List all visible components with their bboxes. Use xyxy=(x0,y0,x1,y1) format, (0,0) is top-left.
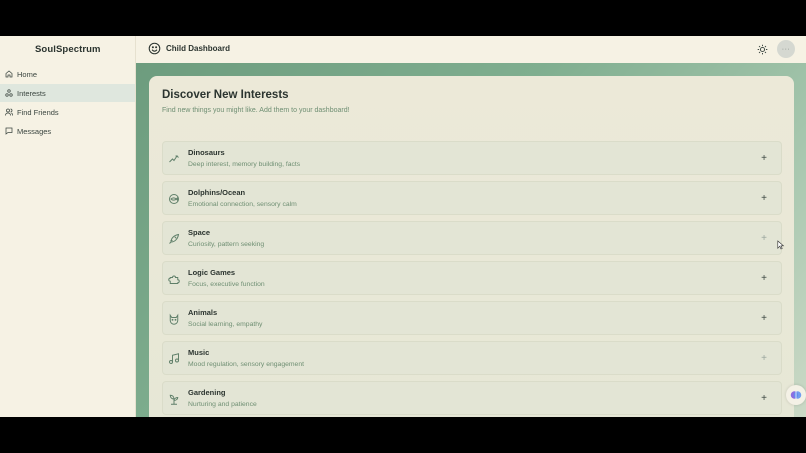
interest-description: Focus, executive function xyxy=(188,281,265,288)
interest-card-space[interactable]: Space Curiosity, pattern seeking + xyxy=(162,221,782,255)
add-button[interactable]: + xyxy=(758,272,770,284)
interest-description: Social learning, empathy xyxy=(188,321,263,328)
brain-icon xyxy=(790,391,802,399)
avatar[interactable]: ··· xyxy=(777,40,795,58)
interest-title: Animals xyxy=(188,308,218,317)
top-header: Child Dashboard ··· xyxy=(136,36,806,63)
sidebar-item-label: Messages xyxy=(17,126,52,136)
interest-description: Deep interest, memory building, facts xyxy=(188,161,301,168)
sidebar-item-interests[interactable]: Interests xyxy=(0,84,135,102)
interest-title: Logic Games xyxy=(188,268,236,277)
sun-icon[interactable] xyxy=(757,44,768,55)
cat-icon xyxy=(169,313,179,325)
sidebar-item-messages[interactable]: Messages xyxy=(0,122,135,140)
interest-title: Dinosaurs xyxy=(188,148,225,157)
interests-panel: Discover New Interests Find new things y… xyxy=(149,76,794,417)
panel-title: Discover New Interests xyxy=(162,89,289,101)
add-button[interactable]: + xyxy=(758,232,770,244)
interest-title: Gardening xyxy=(188,388,226,397)
interest-title: Music xyxy=(188,348,210,357)
sidebar-item-label: Home xyxy=(17,69,38,79)
dinosaur-icon xyxy=(169,155,179,163)
panel-subtitle: Find new things you might like. Add them… xyxy=(162,107,350,114)
sidebar: SoulSpectrum Home Interests Find Friends… xyxy=(0,36,136,417)
page-title: Child Dashboard xyxy=(166,44,231,53)
sidebar-item-home[interactable]: Home xyxy=(0,65,135,83)
mouse-cursor-icon xyxy=(777,240,785,250)
interest-title: Space xyxy=(188,228,211,237)
sidebar-item-label: Find Friends xyxy=(17,107,59,117)
interest-card-music[interactable]: Music Mood regulation, sensory engagemen… xyxy=(162,341,782,375)
home-icon xyxy=(5,70,13,78)
app-window: SoulSpectrum Home Interests Find Friends… xyxy=(0,36,806,417)
interest-card-dolphins[interactable]: Dolphins/Ocean Emotional connection, sen… xyxy=(162,181,782,215)
sidebar-item-label: Interests xyxy=(17,88,46,98)
main-content: Discover New Interests Find new things y… xyxy=(136,63,806,417)
smile-icon xyxy=(148,42,161,55)
interest-description: Nurturing and patience xyxy=(188,401,257,408)
add-button[interactable]: + xyxy=(758,192,770,204)
add-button[interactable]: + xyxy=(758,152,770,164)
fish-icon xyxy=(169,194,179,204)
interest-card-dinosaurs[interactable]: Dinosaurs Deep interest, memory building… xyxy=(162,141,782,175)
add-button[interactable]: + xyxy=(758,312,770,324)
message-icon xyxy=(5,127,13,135)
music-icon xyxy=(169,353,179,364)
add-button[interactable]: + xyxy=(758,392,770,404)
interest-description: Mood regulation, sensory engagement xyxy=(188,361,304,368)
sidebar-item-find-friends[interactable]: Find Friends xyxy=(0,103,135,121)
header-title-group: Child Dashboard xyxy=(148,42,230,55)
puzzle-icon xyxy=(168,275,180,284)
rocket-icon xyxy=(169,233,180,244)
interests-icon xyxy=(5,89,13,97)
users-icon xyxy=(5,108,13,116)
interest-card-animals[interactable]: Animals Social learning, empathy + xyxy=(162,301,782,335)
interest-card-gardening[interactable]: Gardening Nurturing and patience + xyxy=(162,381,782,415)
interest-description: Emotional connection, sensory calm xyxy=(188,201,297,208)
floating-assistant-button[interactable] xyxy=(786,385,806,405)
brand-logo[interactable]: SoulSpectrum xyxy=(35,44,101,55)
interest-description: Curiosity, pattern seeking xyxy=(188,241,265,248)
add-button[interactable]: + xyxy=(758,352,770,364)
interest-title: Dolphins/Ocean xyxy=(188,188,246,197)
interest-card-logic-games[interactable]: Logic Games Focus, executive function + xyxy=(162,261,782,295)
sprout-icon xyxy=(169,394,179,405)
